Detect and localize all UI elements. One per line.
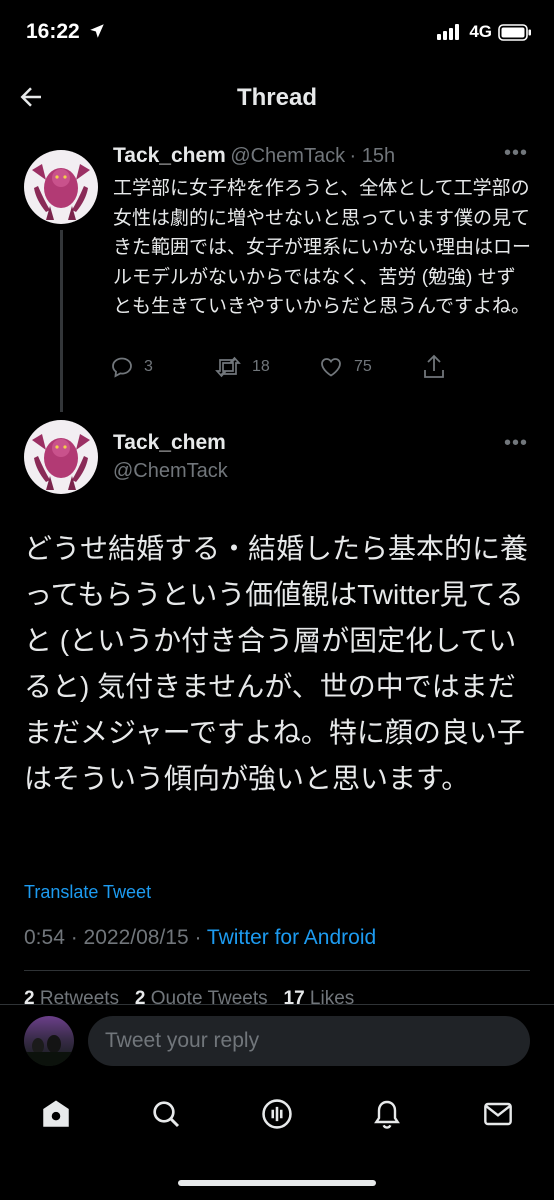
author-name[interactable]: Tack_chem — [113, 144, 226, 167]
avatar[interactable] — [24, 150, 98, 224]
search-icon — [153, 1101, 180, 1128]
reply-icon — [112, 357, 132, 378]
heart-icon — [321, 358, 341, 377]
retweet-button[interactable]: 18 — [214, 355, 318, 379]
more-options-icon[interactable]: ••• — [504, 142, 528, 165]
share-icon — [424, 354, 444, 378]
page-title: Thread — [236, 84, 317, 111]
tweet-source-link[interactable]: Twitter for Android — [207, 926, 376, 949]
tweet-actions: 3 18 75 — [110, 354, 470, 380]
tweet-meta: 0:54 · 2022/08/15 · Twitter for Android — [24, 926, 376, 950]
reply-button[interactable]: 3 — [110, 355, 214, 379]
like-button[interactable]: 75 — [318, 355, 422, 379]
author-handle: @ChemTack — [230, 145, 346, 167]
status-time: 16:22 — [26, 20, 106, 44]
author-name[interactable]: Tack_chem — [113, 431, 226, 455]
location-arrow-icon — [89, 24, 104, 38]
network-label: 4G — [469, 22, 492, 41]
tab-home[interactable] — [36, 1094, 76, 1134]
signal-icon — [437, 24, 460, 40]
tweet-author: Tack_chem @ChemTack · 15h — [113, 144, 395, 168]
user-avatar[interactable] — [24, 1016, 74, 1066]
status-indicators: 4G — [437, 22, 532, 42]
tab-search[interactable] — [146, 1094, 186, 1134]
retweet-count: 18 — [252, 358, 270, 375]
tweet-text: 工学部に女子枠を作ろうと、全体として工学部の女性は劇的に増やせないと思っています… — [113, 178, 532, 317]
tab-spaces[interactable] — [257, 1094, 297, 1134]
share-button[interactable] — [422, 354, 462, 380]
thread-line — [60, 230, 63, 412]
home-icon — [43, 1100, 69, 1127]
retweet-icon — [215, 356, 241, 378]
tweet-text: どうせ結婚する・結婚したら基本的に養ってもらうという価値観はTwitter見てる… — [24, 533, 529, 794]
author-handle: @ChemTack — [113, 460, 228, 482]
tab-messages[interactable] — [478, 1094, 518, 1134]
reply-input[interactable]: Tweet your reply — [88, 1016, 530, 1066]
battery-icon — [498, 23, 531, 41]
tweet-timestamp: 0:54 · 2022/08/15 · — [24, 926, 207, 949]
messages-icon — [484, 1102, 512, 1126]
more-options-icon[interactable]: ••• — [504, 432, 528, 455]
spaces-icon — [262, 1099, 292, 1129]
divider — [24, 970, 530, 971]
reply-count: 3 — [144, 358, 153, 375]
notifications-icon — [374, 1100, 400, 1129]
tweet-time: · 15h — [349, 145, 396, 167]
avatar[interactable] — [24, 420, 98, 494]
tab-notifications[interactable] — [367, 1094, 407, 1134]
like-count: 75 — [354, 358, 372, 375]
home-indicator — [178, 1180, 376, 1186]
translate-tweet-link[interactable]: Translate Tweet — [24, 882, 151, 903]
